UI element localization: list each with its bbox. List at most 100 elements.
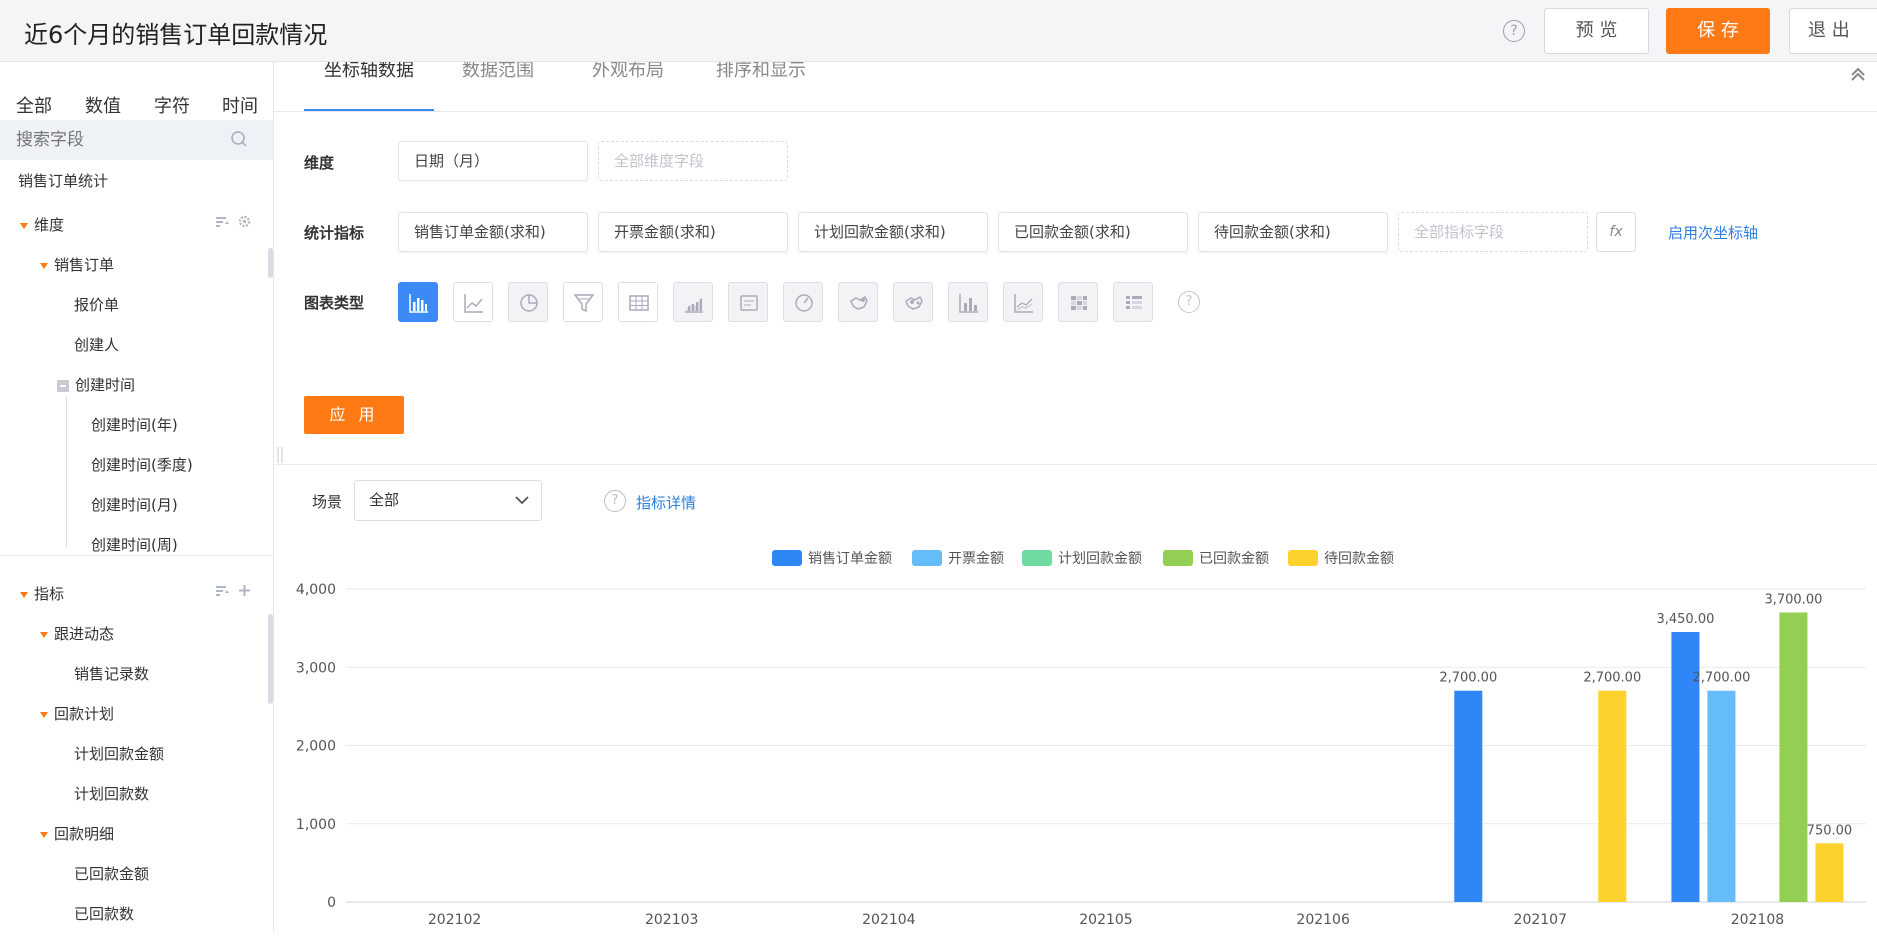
card-chart-icon[interactable] xyxy=(728,282,768,322)
tree-item-created-year[interactable]: 创建时间(年) xyxy=(91,414,178,435)
tree-item-received-count[interactable]: 已回款数 xyxy=(74,903,134,924)
tree-item-planned-count[interactable]: 计划回款数 xyxy=(74,783,149,804)
sort-icon[interactable] xyxy=(216,585,230,597)
legend-swatch xyxy=(1163,550,1193,566)
question-circle-icon[interactable]: ? xyxy=(1503,20,1525,42)
save-button[interactable]: 保 存 xyxy=(1666,8,1770,54)
field-search xyxy=(0,120,273,160)
tree-item-created-week[interactable]: 创建时间(周) xyxy=(91,534,178,555)
dimension-field[interactable]: 日期（月） xyxy=(398,141,588,181)
metric-drop-zone[interactable]: 全部指标字段 xyxy=(1398,212,1588,252)
question-circle-icon[interactable]: ? xyxy=(1178,291,1200,313)
gear-icon[interactable] xyxy=(238,215,251,228)
top-bar: 近6个月的销售订单回款情况 ? 预 览 保 存 退 出 xyxy=(0,0,1877,62)
search-input[interactable] xyxy=(16,128,216,152)
legend-label: 已回款金额 xyxy=(1199,551,1269,567)
x-tick-label: 202103 xyxy=(645,912,698,928)
gauge-chart-icon[interactable] xyxy=(783,282,823,322)
metric-tools xyxy=(216,584,251,600)
tab-time[interactable]: 时间 xyxy=(222,92,258,118)
tree-item-follow-up[interactable]: 跟进动态 xyxy=(40,623,114,644)
metric-field-sales-amount[interactable]: 销售订单金额(求和) xyxy=(398,212,588,252)
y-tick-label: 0 xyxy=(327,895,336,911)
sidebar-resize-handle[interactable] xyxy=(276,445,284,471)
question-circle-icon[interactable]: ? xyxy=(604,490,626,512)
metric-group-label: 指标 xyxy=(34,585,65,603)
tree-dimension-group[interactable]: 维度 xyxy=(20,214,64,235)
tree-item-planned-amount[interactable]: 计划回款金额 xyxy=(74,743,164,764)
preview-button[interactable]: 预 览 xyxy=(1544,8,1649,54)
chevron-down-icon xyxy=(515,496,529,505)
stacked-line-icon[interactable] xyxy=(1003,282,1043,322)
legend-label: 销售订单金额 xyxy=(808,551,892,567)
tree-item-creator[interactable]: 创建人 xyxy=(74,334,119,355)
tree-item-label: 销售订单 xyxy=(54,256,115,274)
map-chart-icon[interactable] xyxy=(838,282,878,322)
funnel-chart-icon[interactable] xyxy=(563,282,603,322)
secondary-axis-link[interactable]: 启用次坐标轴 xyxy=(1668,222,1758,243)
metrics-row-label: 统计指标 xyxy=(304,224,365,242)
metric-field-planned-amount[interactable]: 计划回款金额(求和) xyxy=(798,212,988,252)
scene-label: 场景 xyxy=(312,493,343,511)
chart-type-row-label: 图表类型 xyxy=(304,294,365,312)
sidebar-splitter[interactable] xyxy=(0,555,273,556)
plus-icon[interactable] xyxy=(238,584,251,597)
tree-metric-group[interactable]: 指标 xyxy=(20,583,64,604)
x-tick-label: 202102 xyxy=(428,912,481,928)
formula-button[interactable]: fx xyxy=(1596,212,1636,252)
page-title: 近6个月的销售订单回款情况 xyxy=(24,21,328,49)
heatmap-chart-icon[interactable] xyxy=(1058,282,1098,322)
search-icon[interactable] xyxy=(230,130,248,148)
tab-string[interactable]: 字符 xyxy=(154,92,190,118)
tree-item-created-quarter[interactable]: 创建时间(季度) xyxy=(91,454,193,475)
double-chevron-up-icon[interactable] xyxy=(1850,66,1866,82)
tab-numeric[interactable]: 数值 xyxy=(85,92,121,118)
tree-item-created-month[interactable]: 创建时间(月) xyxy=(91,494,178,515)
x-tick-label: 202107 xyxy=(1514,912,1567,928)
metric-detail-link[interactable]: 指标详情 xyxy=(636,492,696,513)
x-tick-label: 202108 xyxy=(1731,912,1784,928)
tree-item-payment-detail[interactable]: 回款明细 xyxy=(40,823,114,844)
tree-item-sales-order[interactable]: 销售订单 xyxy=(40,254,114,275)
bar xyxy=(1707,690,1736,902)
line-chart-icon[interactable] xyxy=(453,282,493,322)
metric-field-received-amount[interactable]: 已回款金额(求和) xyxy=(998,212,1188,252)
dimension-scrollbar[interactable] xyxy=(268,248,273,278)
y-tick-label: 3,000 xyxy=(296,660,336,676)
metric-field-invoice-amount[interactable]: 开票金额(求和) xyxy=(598,212,788,252)
pivot-table-icon[interactable] xyxy=(1113,282,1153,322)
legend-swatch xyxy=(1022,550,1052,566)
area-chart-icon[interactable] xyxy=(673,282,713,322)
bar xyxy=(1454,690,1483,902)
bar-chart-icon[interactable] xyxy=(398,282,438,322)
tree-item-label: 跟进动态 xyxy=(54,625,115,643)
field-sidebar: 全部 数值 字符 时间 销售订单统计 维度 销售订单 报价单 创建人 创建时间 … xyxy=(0,62,274,932)
scene-select[interactable]: 全部 xyxy=(354,480,542,521)
tab-data-range[interactable]: 数据范围 xyxy=(462,62,534,82)
pie-chart-icon[interactable] xyxy=(508,282,548,322)
tree-item-received-amount[interactable]: 已回款金额 xyxy=(74,863,149,884)
active-tab-indicator xyxy=(304,109,434,111)
metric-scrollbar[interactable] xyxy=(268,614,273,704)
collapse-icon[interactable] xyxy=(57,379,69,392)
tab-sort-display[interactable]: 排序和显示 xyxy=(716,62,806,82)
tree-item-quote[interactable]: 报价单 xyxy=(74,294,119,315)
dimension-drop-zone[interactable]: 全部维度字段 xyxy=(598,141,788,181)
tree-item-label: 创建时间 xyxy=(75,376,136,394)
sort-icon[interactable] xyxy=(216,216,230,228)
dimension-row-label: 维度 xyxy=(304,154,335,172)
tab-all[interactable]: 全部 xyxy=(16,92,52,118)
tab-appearance[interactable]: 外观布局 xyxy=(592,62,664,82)
caret-down-icon xyxy=(40,831,48,838)
tree-item-payment-plan[interactable]: 回款计划 xyxy=(40,703,114,724)
table-chart-icon[interactable] xyxy=(618,282,658,322)
tree-guide-line xyxy=(66,397,67,547)
exit-button[interactable]: 退 出 xyxy=(1789,8,1877,54)
tree-item-created-time[interactable]: 创建时间 xyxy=(57,374,135,395)
apply-button[interactable]: 应 用 xyxy=(304,396,404,434)
metric-field-pending-amount[interactable]: 待回款金额(求和) xyxy=(1198,212,1388,252)
tree-item-sales-records[interactable]: 销售记录数 xyxy=(74,663,149,684)
tab-axis-data[interactable]: 坐标轴数据 xyxy=(324,62,414,82)
column-chart-icon[interactable] xyxy=(948,282,988,322)
bubble-map-icon[interactable] xyxy=(893,282,933,322)
